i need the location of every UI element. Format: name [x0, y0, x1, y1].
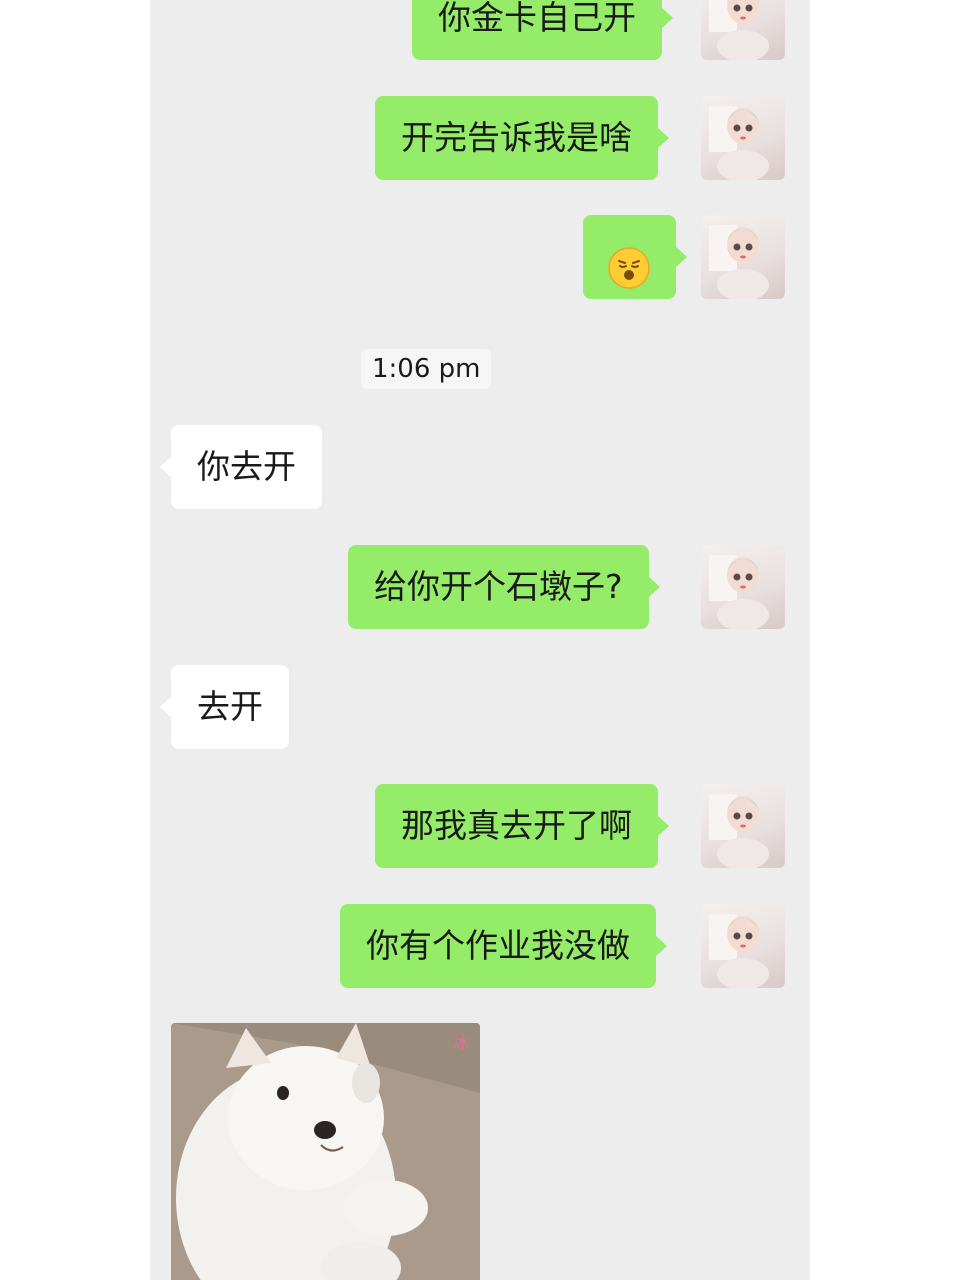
- user-avatar[interactable]: [701, 784, 785, 868]
- dog-sticker-image[interactable]: 冰: [171, 1023, 480, 1280]
- message-bubble-outgoing[interactable]: 给你开个石墩子?: [348, 545, 660, 629]
- user-avatar[interactable]: [701, 904, 785, 988]
- hushed-face-emoji: [608, 236, 650, 320]
- sticker-watermark: 冰: [453, 1033, 470, 1052]
- message-bubble-outgoing[interactable]: 你有个作业我没做: [340, 904, 667, 988]
- chat-area: 你金卡自己开 开完告诉我是啥 1:06 pm 你去开 给你开个石墩子? 去开 那…: [150, 0, 810, 1280]
- message-bubble-outgoing[interactable]: 开完告诉我是啥: [375, 96, 669, 180]
- message-bubble-incoming[interactable]: 去开: [160, 665, 289, 749]
- user-avatar[interactable]: [701, 96, 785, 180]
- user-avatar[interactable]: [701, 0, 785, 60]
- message-bubble-outgoing[interactable]: 你金卡自己开: [412, 0, 673, 60]
- message-bubble-incoming[interactable]: 你去开: [160, 425, 322, 509]
- message-bubble-outgoing[interactable]: 那我真去开了啊: [375, 784, 669, 868]
- user-avatar[interactable]: [701, 545, 785, 629]
- message-bubble-outgoing[interactable]: [583, 215, 687, 299]
- message-timestamp: 1:06 pm: [361, 349, 492, 389]
- user-avatar[interactable]: [701, 215, 785, 299]
